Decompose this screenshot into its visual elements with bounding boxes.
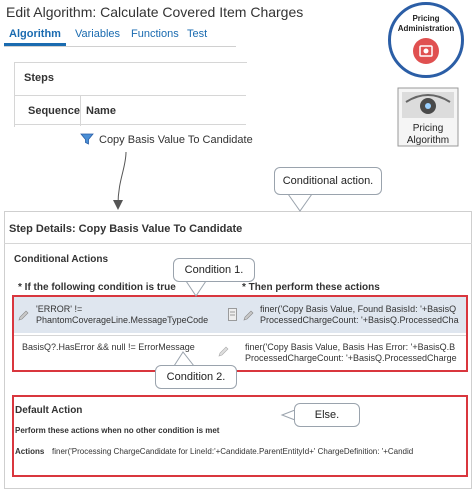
- page-title: Edit Algorithm: Calculate Covered Item C…: [6, 4, 304, 20]
- step-row[interactable]: Copy Basis Value To Candidate: [80, 131, 253, 149]
- column-divider: [80, 96, 81, 126]
- pricing-algorithm-label: Pricing Algorithm: [406, 123, 450, 146]
- step-name: Copy Basis Value To Candidate: [99, 134, 253, 146]
- column-header-name[interactable]: Name: [86, 105, 116, 117]
- column-header-sequence[interactable]: Sequence: [28, 105, 80, 117]
- callout-else: Else.: [294, 403, 360, 427]
- default-action-value[interactable]: finer('Processing ChargeCandidate for Li…: [52, 447, 466, 456]
- actions-label: Actions: [15, 447, 45, 456]
- steps-divider-bottom: [14, 124, 246, 125]
- details-divider: [4, 243, 472, 244]
- conditional-actions-heading: Conditional Actions: [14, 254, 109, 265]
- tab-test[interactable]: Test: [187, 28, 207, 40]
- if-condition-label: * If the following condition is true: [18, 282, 176, 293]
- conditional-actions-highlight: [12, 295, 468, 372]
- tab-algorithm[interactable]: Algorithm: [9, 28, 61, 40]
- default-action-heading: Default Action: [15, 405, 83, 416]
- steps-divider: [14, 95, 246, 96]
- callout-conditional-action: Conditional action.: [274, 167, 382, 195]
- then-actions-label: * Then perform these actions: [242, 282, 380, 293]
- pricing-admin-icon: [413, 38, 439, 64]
- tabs-divider: [4, 46, 236, 47]
- funnel-icon: [80, 132, 94, 149]
- callout-condition-2: Condition 2.: [155, 365, 237, 389]
- default-action-description: Perform these actions when no other cond…: [15, 426, 220, 435]
- callout-condition-1: Condition 1.: [173, 258, 255, 282]
- pricing-administration-label: Pricing Administration: [397, 14, 455, 33]
- tab-variables[interactable]: Variables: [75, 28, 120, 40]
- step-details-title: Step Details: Copy Basis Value To Candid…: [9, 223, 243, 235]
- tab-functions[interactable]: Functions: [131, 28, 179, 40]
- steps-title: Steps: [24, 72, 54, 84]
